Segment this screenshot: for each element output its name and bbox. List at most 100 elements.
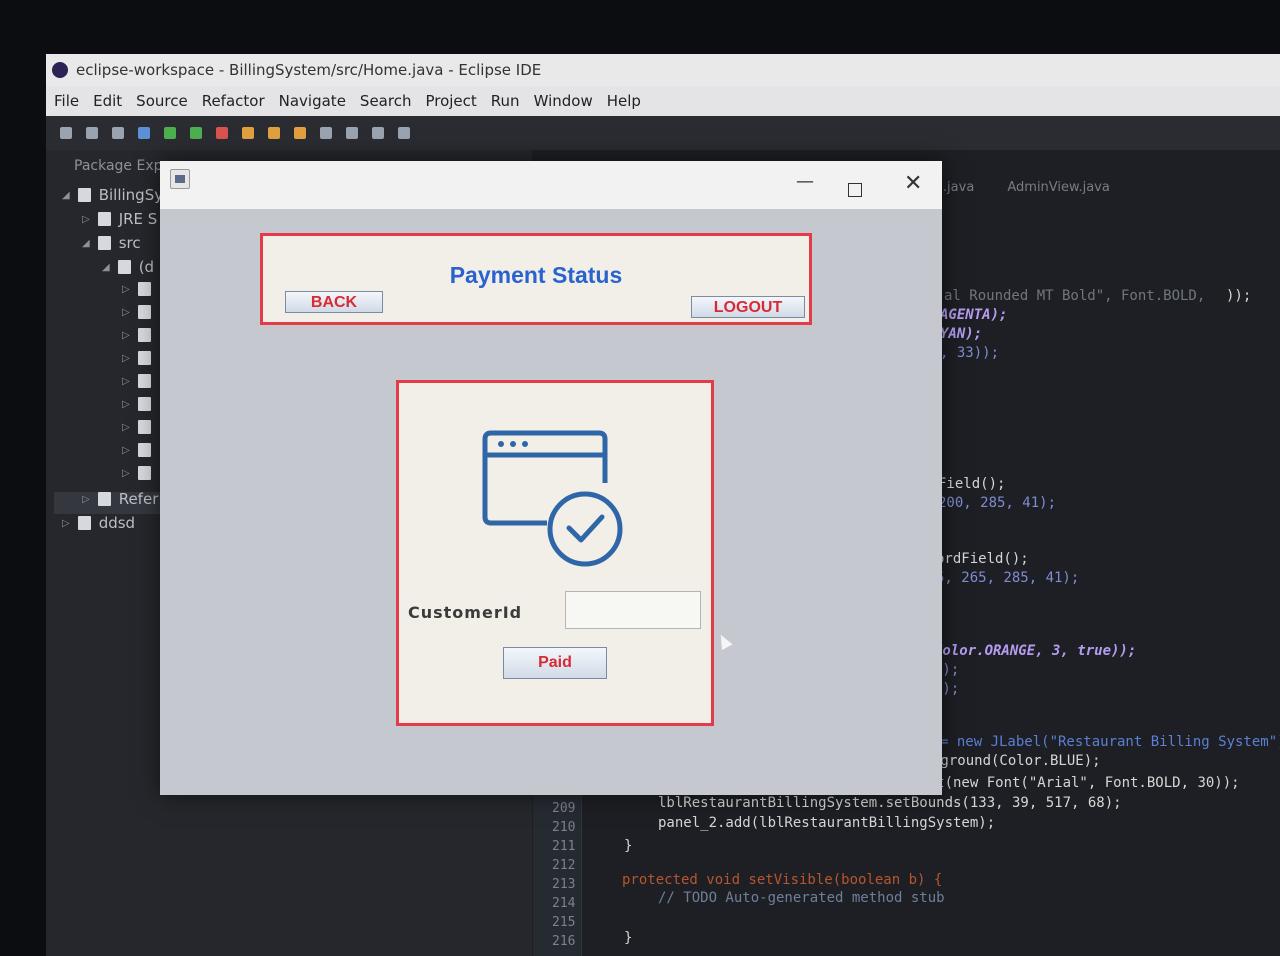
code-line: al Rounded MT Bold", Font.BOLD, bbox=[944, 288, 1214, 304]
package-icon bbox=[117, 260, 131, 274]
menu-refactor[interactable]: Refactor bbox=[202, 92, 265, 110]
run-last-icon[interactable] bbox=[190, 127, 202, 139]
menu-project[interactable]: Project bbox=[425, 92, 476, 110]
new-package-icon[interactable] bbox=[242, 127, 254, 139]
payment-status-dialog: — ✕ Payment Status BACK LOGOUT CustomerI… bbox=[160, 161, 942, 795]
eclipse-toolbar bbox=[46, 116, 1280, 150]
code-line: 5, 265, 285, 41); bbox=[936, 570, 1080, 586]
code-line: ordField(); bbox=[936, 551, 1029, 567]
line-number: 209 bbox=[552, 801, 576, 816]
window-icon bbox=[170, 169, 190, 189]
java-file-icon bbox=[137, 397, 151, 411]
stop-icon[interactable] bbox=[216, 127, 228, 139]
open-folder-icon[interactable] bbox=[268, 127, 280, 139]
tree-other-project[interactable]: ▷ ddsd bbox=[62, 514, 135, 532]
code-line: Field(); bbox=[938, 476, 1006, 492]
menu-window[interactable]: Window bbox=[534, 92, 593, 110]
save-icon[interactable] bbox=[86, 127, 98, 139]
run-icon[interactable] bbox=[164, 127, 176, 139]
java-file-icon bbox=[137, 466, 151, 480]
back-arrow-icon[interactable] bbox=[372, 127, 384, 139]
eclipse-window-title: eclipse-workspace - BillingSystem/src/Ho… bbox=[76, 61, 542, 79]
paid-button[interactable]: Paid bbox=[503, 647, 607, 679]
tree-file[interactable]: ▷ bbox=[122, 466, 159, 480]
tree-file[interactable]: ▷ bbox=[122, 374, 159, 388]
code-line: = new JLabel("Restaurant Billing System"… bbox=[940, 734, 1280, 750]
tree-file[interactable]: ▷ bbox=[122, 443, 159, 457]
eclipse-menu-bar: File Edit Source Refactor Navigate Searc… bbox=[46, 86, 1280, 116]
line-number: 211 bbox=[552, 839, 576, 854]
tree-file[interactable]: ▷ bbox=[122, 397, 159, 411]
line-number: 210 bbox=[552, 820, 576, 835]
line-number: 212 bbox=[552, 858, 576, 873]
menu-navigate[interactable]: Navigate bbox=[279, 92, 346, 110]
tree-jre[interactable]: ▷ JRE S bbox=[82, 210, 157, 228]
java-file-icon bbox=[137, 351, 151, 365]
menu-edit[interactable]: Edit bbox=[93, 92, 122, 110]
tree-src[interactable]: ◢ src bbox=[82, 234, 141, 252]
menu-help[interactable]: Help bbox=[607, 92, 641, 110]
folder-icon bbox=[97, 236, 111, 250]
code-line: } bbox=[624, 838, 633, 854]
tree-references[interactable]: ▷ Refer bbox=[82, 490, 158, 508]
header-panel: Payment Status BACK LOGOUT bbox=[260, 233, 812, 325]
java-file-icon bbox=[137, 282, 151, 296]
package-explorer-title: Package Exp bbox=[74, 158, 163, 174]
project-icon bbox=[77, 516, 91, 530]
customer-id-label: CustomerId bbox=[408, 603, 523, 622]
open-type-icon[interactable] bbox=[320, 127, 332, 139]
minimize-button[interactable]: — bbox=[796, 171, 814, 192]
close-button[interactable]: ✕ bbox=[904, 171, 922, 196]
menu-run[interactable]: Run bbox=[491, 92, 520, 110]
code-line: , 33)); bbox=[940, 345, 1000, 361]
code-line: } bbox=[624, 930, 633, 946]
java-file-icon bbox=[137, 443, 151, 457]
page-title: Payment Status bbox=[449, 262, 623, 288]
code-line: eground(Color.BLUE); bbox=[932, 753, 1101, 769]
project-icon bbox=[77, 188, 91, 202]
java-file-icon bbox=[137, 328, 151, 342]
code-line: AGENTA); bbox=[940, 307, 1008, 323]
dialog-title-bar[interactable]: — ✕ bbox=[160, 161, 942, 209]
eclipse-logo-icon bbox=[52, 62, 68, 78]
tree-file[interactable]: ▷ bbox=[122, 420, 159, 434]
menu-search[interactable]: Search bbox=[360, 92, 412, 110]
logout-button[interactable]: LOGOUT bbox=[691, 296, 805, 318]
customer-id-input[interactable] bbox=[565, 591, 701, 629]
line-number: 213 bbox=[552, 877, 576, 892]
annotation-icon[interactable] bbox=[346, 127, 358, 139]
eclipse-title-bar: eclipse-workspace - BillingSystem/src/Ho… bbox=[46, 54, 1280, 86]
code-line: // TODO Auto-generated method stub bbox=[658, 890, 945, 906]
code-line: Color.ORANGE, 3, true)); bbox=[934, 643, 1137, 659]
code-line: )); bbox=[1226, 288, 1252, 304]
line-number: 216 bbox=[552, 934, 576, 949]
library-icon bbox=[97, 212, 111, 226]
tree-file[interactable]: ▷ bbox=[122, 351, 159, 365]
print-icon[interactable] bbox=[112, 127, 124, 139]
java-file-icon bbox=[137, 305, 151, 319]
menu-file[interactable]: File bbox=[54, 92, 79, 110]
code-line: 200, 285, 41); bbox=[938, 495, 1057, 511]
line-number: 214 bbox=[552, 896, 576, 911]
tree-file[interactable]: ▷ bbox=[122, 305, 159, 319]
java-file-icon bbox=[137, 374, 151, 388]
tree-package[interactable]: ◢ (d bbox=[102, 258, 154, 276]
new-icon[interactable] bbox=[60, 127, 72, 139]
code-line: lblRestaurantBillingSystem.setBounds(133… bbox=[658, 795, 1122, 811]
menu-source[interactable]: Source bbox=[136, 92, 188, 110]
payment-panel: CustomerId Paid bbox=[396, 380, 714, 726]
code-line: YAN); bbox=[940, 326, 983, 342]
back-button[interactable]: BACK bbox=[285, 291, 383, 313]
java-file-icon bbox=[137, 420, 151, 434]
tree-file[interactable]: ▷ bbox=[122, 328, 159, 342]
debug-icon[interactable] bbox=[138, 127, 150, 139]
line-number: 215 bbox=[552, 915, 576, 930]
forward-arrow-icon[interactable] bbox=[398, 127, 410, 139]
payment-check-icon bbox=[482, 430, 623, 567]
code-line: protected void setVisible(boolean b) { bbox=[622, 872, 943, 888]
maximize-button[interactable] bbox=[848, 183, 862, 197]
tree-file[interactable]: ▷ bbox=[122, 282, 159, 296]
tab-adminview[interactable]: AdminView.java bbox=[1007, 180, 1109, 195]
tree-project[interactable]: ◢ BillingSy bbox=[62, 186, 163, 204]
brush-icon[interactable] bbox=[294, 127, 306, 139]
